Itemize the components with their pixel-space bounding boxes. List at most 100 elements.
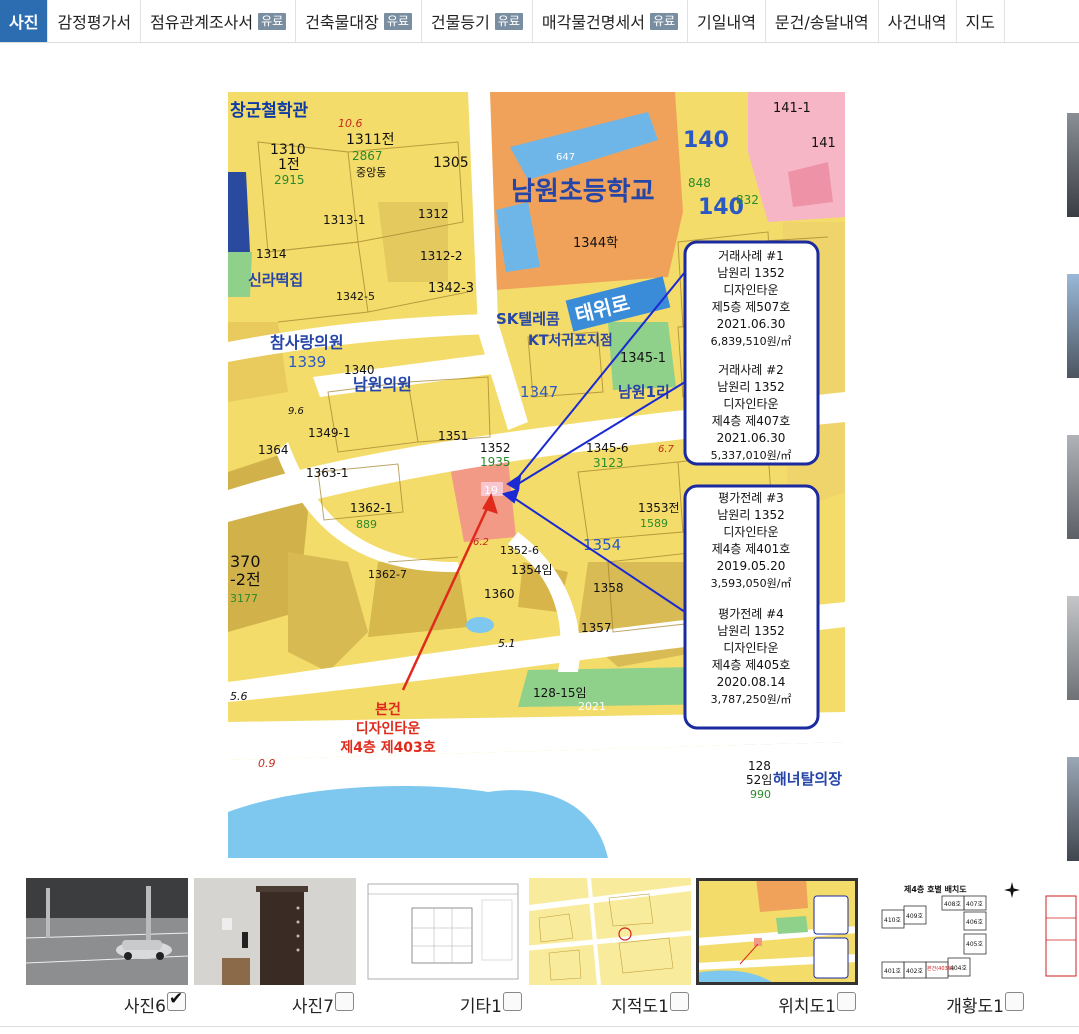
svg-text:제4층 호별 배치도: 제4층 호별 배치도 — [904, 884, 967, 894]
tab-0[interactable]: 사진 — [0, 0, 49, 42]
thumbnail-label: 개황도1 — [946, 997, 1004, 1017]
svg-text:1312: 1312 — [418, 207, 449, 221]
thumbnail-caption: 사진7 — [194, 992, 356, 1017]
thumbnail-floor-plan[interactable]: 제4층 호별 배치도 410호 409호 408호 407호 406호 405호… — [864, 878, 1026, 985]
svg-text:408호: 408호 — [944, 901, 961, 908]
paid-badge: 유료 — [649, 12, 679, 30]
svg-text:-2전: -2전 — [230, 570, 261, 589]
svg-text:본건(403호): 본건(403호) — [927, 965, 954, 972]
tab-5[interactable]: 매각물건명세서 유료 — [533, 0, 689, 42]
tab-label: 사건내역 — [887, 13, 947, 32]
svg-text:141-1: 141-1 — [773, 101, 811, 116]
thumbnail-checkbox[interactable] — [503, 992, 522, 1011]
thumbnail-label: 사진6 — [123, 997, 166, 1017]
tab-7[interactable]: 문건/송달내역 — [766, 0, 879, 42]
side-thumb[interactable] — [1067, 757, 1079, 861]
svg-text:406호: 406호 — [966, 919, 983, 926]
thumbnail-label: 지적도1 — [611, 997, 669, 1017]
svg-text:401호: 401호 — [884, 968, 901, 975]
svg-text:1342-5: 1342-5 — [336, 290, 375, 303]
thumbnail-partial[interactable] — [1032, 878, 1079, 985]
svg-text:1347: 1347 — [520, 383, 558, 401]
svg-text:1360: 1360 — [484, 587, 515, 601]
case-price: 6,839,510원/㎡ — [711, 335, 792, 348]
tab-6[interactable]: 기일내역 — [688, 0, 766, 42]
svg-text:5.1: 5.1 — [498, 637, 516, 650]
thumbnail-checkbox[interactable] — [335, 992, 354, 1011]
case-date: 2019.05.20 — [717, 559, 786, 573]
svg-text:남원초등학교: 남원초등학교 — [511, 177, 655, 207]
tab-9[interactable]: 지도 — [957, 0, 1005, 42]
thumbnail-strip: 사진6 사진7 — [26, 878, 1079, 1028]
thumbnail-item[interactable]: 기타1 — [362, 878, 524, 1017]
svg-text:남원1리: 남원1리 — [618, 383, 670, 401]
case-date: 2020.08.14 — [717, 675, 786, 689]
tab-4[interactable]: 건물등기 유료 — [422, 0, 533, 42]
tab-3[interactable]: 건축물대장 유료 — [296, 0, 422, 42]
side-thumb[interactable] — [1067, 274, 1079, 378]
thumbnail-item[interactable] — [1032, 878, 1079, 985]
svg-text:1354임: 1354임 — [511, 563, 553, 577]
svg-text:1358: 1358 — [593, 581, 624, 595]
thumbnail-checkbox[interactable] — [1005, 992, 1024, 1011]
svg-text:1935: 1935 — [480, 455, 511, 469]
side-thumb[interactable] — [1067, 113, 1079, 217]
thumbnail-item[interactable]: 사진7 — [194, 878, 356, 1017]
tab-label: 기일내역 — [697, 13, 756, 32]
side-thumbnail-strip[interactable] — [1067, 113, 1079, 918]
svg-text:1589: 1589 — [640, 517, 668, 530]
svg-text:1310: 1310 — [270, 142, 306, 158]
thumbnail-document[interactable] — [362, 878, 524, 985]
svg-text:SK텔레콤: SK텔레콤 — [496, 310, 560, 328]
tab-label: 점유관계조사서 — [150, 13, 254, 32]
svg-text:128: 128 — [748, 759, 771, 773]
case-addr: 남원리 1352 — [717, 380, 784, 394]
side-thumb[interactable] — [1067, 596, 1079, 700]
svg-text:1342-3: 1342-3 — [428, 281, 474, 296]
svg-text:1363-1: 1363-1 — [306, 466, 349, 480]
svg-text:1352-6: 1352-6 — [500, 544, 539, 557]
thumbnail-photo-parking[interactable] — [26, 878, 188, 985]
svg-text:1364: 1364 — [258, 443, 289, 457]
thumbnail-item[interactable]: 사진6 — [26, 878, 188, 1017]
tab-8[interactable]: 사건내역 — [879, 0, 957, 42]
thumbnail-label: 기타1 — [459, 997, 502, 1017]
svg-text:832: 832 — [736, 193, 759, 207]
thumbnail-item[interactable]: 위치도1 — [696, 878, 858, 1017]
svg-text:1345-6: 1345-6 — [586, 441, 629, 455]
thumbnail-item[interactable]: 지적도1 — [529, 878, 691, 1017]
case-bldg: 디자인타운 — [723, 641, 778, 655]
tab-2[interactable]: 점유관계조사서 유료 — [141, 0, 297, 42]
tab-label: 문건/송달내역 — [774, 13, 869, 32]
case-date: 2021.06.30 — [717, 431, 786, 445]
svg-text:0.9: 0.9 — [258, 757, 276, 770]
thumbnail-cadastral-map[interactable] — [529, 878, 691, 985]
tab-label: 건물등기 — [430, 13, 490, 32]
thumbnail-photo-door[interactable] — [194, 878, 356, 985]
svg-text:9.6: 9.6 — [288, 406, 304, 417]
side-thumb[interactable] — [1067, 435, 1079, 539]
thumbnail-caption: 기타1 — [362, 992, 524, 1017]
svg-text:3177: 3177 — [230, 592, 258, 605]
svg-text:141: 141 — [811, 136, 836, 151]
thumbnail-item[interactable]: 제4층 호별 배치도 410호 409호 408호 407호 406호 405호… — [864, 878, 1026, 1017]
thumbnail-caption: 사진6 — [26, 989, 188, 1017]
thumbnail-checkbox[interactable] — [167, 989, 186, 1011]
thumbnail-checkbox[interactable] — [670, 992, 689, 1011]
svg-text:디자인타운: 디자인타운 — [356, 720, 421, 737]
location-map-image[interactable]: 창군철학관 10.6 1310 1전 2915 1311전 2867 중앙동 1… — [228, 92, 845, 858]
svg-text:3123: 3123 — [593, 456, 624, 470]
case-callouts: 거래사례 #1남원리 1352디자인타운제5층 제507호2021.06.306… — [683, 240, 820, 730]
location-map: 창군철학관 10.6 1310 1전 2915 1311전 2867 중앙동 1… — [228, 92, 845, 858]
tab-1[interactable]: 감정평가서 — [48, 0, 142, 42]
svg-text:6.2: 6.2 — [473, 537, 489, 548]
thumbnail-checkbox[interactable] — [837, 992, 856, 1011]
svg-text:1353전: 1353전 — [638, 501, 680, 515]
svg-text:남원의원: 남원의원 — [353, 375, 412, 394]
svg-text:1354: 1354 — [583, 536, 621, 554]
svg-text:1344학: 1344학 — [573, 236, 618, 251]
svg-text:407호: 407호 — [966, 901, 983, 908]
thumbnail-location-map[interactable] — [696, 878, 858, 985]
case-price: 3,787,250원/㎡ — [711, 693, 792, 706]
svg-text:52임: 52임 — [746, 773, 772, 787]
